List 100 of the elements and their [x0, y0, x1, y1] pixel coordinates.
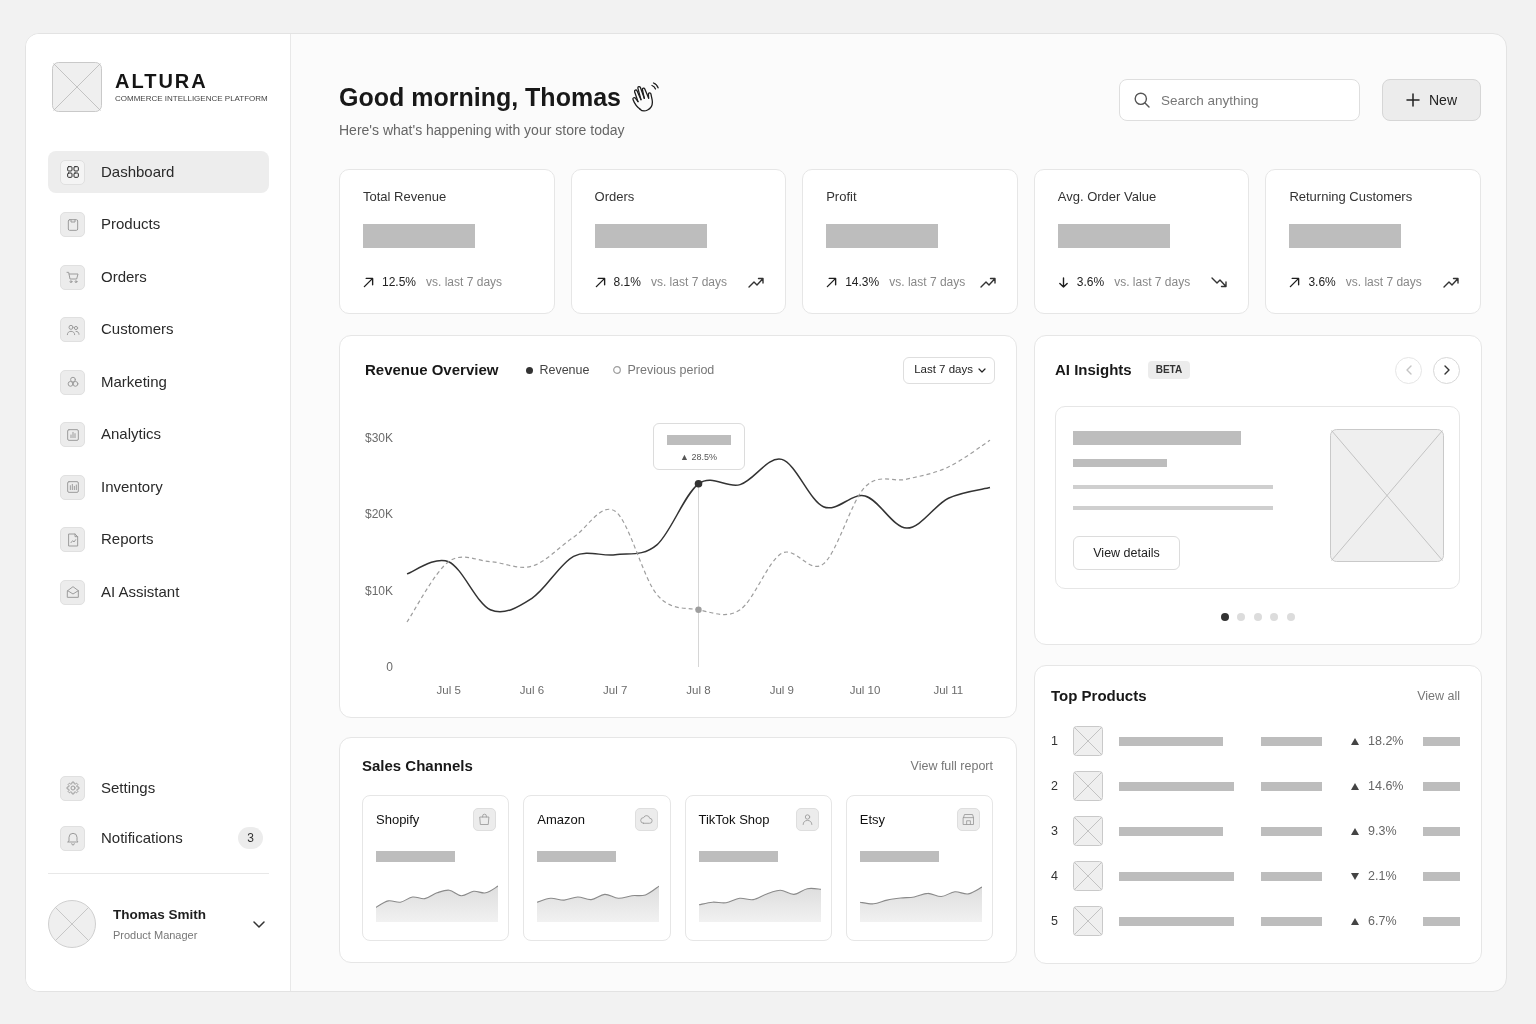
text-placeholder — [1423, 826, 1460, 836]
card-title: Revenue Overview — [365, 361, 499, 379]
legend-label: Previous period — [627, 361, 715, 379]
arrow-up-right-icon — [594, 276, 606, 288]
axis-label: Jul 7 — [603, 684, 628, 696]
comparison-label: vs. last 7 days — [650, 274, 727, 291]
axis-label: Jul 8 — [686, 684, 711, 696]
store-icon — [957, 808, 980, 831]
nav-item[interactable]: Products — [48, 203, 269, 246]
axis-label: $30K — [364, 431, 393, 445]
beta-tag: BETA — [1147, 361, 1191, 379]
page-dot[interactable] — [1237, 613, 1245, 621]
page-dot[interactable] — [1253, 613, 1262, 621]
axis-label: Jul 9 — [769, 684, 794, 696]
page-dot[interactable] — [1220, 613, 1229, 621]
envelope-icon — [60, 579, 85, 605]
page-dot[interactable] — [1270, 613, 1278, 621]
chevron-down-icon[interactable] — [253, 920, 265, 928]
user-role: Product Manager — [113, 928, 199, 942]
kpi-label: Profit — [826, 189, 858, 205]
data-point-icon — [695, 606, 702, 613]
change-value: 14.6% — [1368, 777, 1405, 795]
text-placeholder — [1261, 736, 1322, 746]
nav-item[interactable]: Orders — [48, 256, 269, 298]
nav-item[interactable]: Customers — [48, 308, 269, 351]
nav-item[interactable]: AI Assistant — [48, 571, 269, 613]
nav-item[interactable]: Notifications 3 — [48, 817, 269, 859]
text-placeholder — [1261, 916, 1322, 926]
cloud-icon — [634, 808, 658, 831]
value-placeholder — [666, 434, 731, 445]
range-dropdown[interactable]: Last 7 days — [903, 356, 995, 384]
bar-chart-icon — [60, 422, 85, 447]
text-placeholder — [1261, 826, 1322, 836]
triangle-up-icon — [1351, 827, 1359, 835]
channel-name: Etsy — [859, 810, 886, 829]
change-value: 9.3% — [1368, 822, 1398, 840]
bag-icon — [473, 808, 497, 831]
view-report-link[interactable]: View full report — [910, 756, 993, 776]
axis-label: 0 — [386, 660, 393, 674]
change-value: 3.6% — [1308, 274, 1336, 291]
arrow-up-right-icon — [363, 276, 374, 288]
search-field[interactable]: Search anything — [1119, 79, 1360, 121]
circles-icon — [60, 369, 85, 395]
legend-label: Revenue — [539, 361, 590, 379]
rank-number: 4 — [1051, 867, 1059, 885]
box-icon — [60, 212, 85, 237]
text-placeholder — [1423, 916, 1460, 926]
image-placeholder — [1073, 906, 1103, 936]
triangle-down-icon — [1351, 872, 1359, 880]
text-placeholder — [1423, 781, 1460, 791]
person-icon — [795, 808, 819, 831]
comparison-label: vs. last 7 days — [1345, 274, 1422, 291]
nav-item[interactable]: Settings — [48, 767, 269, 809]
rank-number: 1 — [1051, 732, 1059, 750]
image-placeholder — [52, 62, 102, 112]
plus-icon — [1406, 93, 1420, 107]
kpi-label: Returning Customers — [1289, 189, 1414, 205]
card-title: Sales Channels — [362, 757, 473, 775]
text-placeholder — [1423, 871, 1460, 881]
axis-label: Jul 5 — [436, 684, 461, 696]
change-value: 6.7% — [1368, 912, 1398, 930]
text-placeholder — [1261, 781, 1322, 791]
card-title: Top Products — [1051, 687, 1147, 705]
search-icon — [1134, 92, 1150, 108]
view-all-link[interactable]: View all — [1417, 686, 1460, 706]
nav-item[interactable]: Analytics — [48, 413, 269, 456]
image-placeholder — [1073, 861, 1103, 891]
next-button[interactable] — [1433, 356, 1460, 384]
nav-item[interactable]: Dashboard — [48, 151, 269, 193]
change-value: 3.6% — [1076, 274, 1105, 291]
arrow-up-right-icon — [826, 276, 838, 288]
view-details-button[interactable]: View details — [1073, 536, 1180, 570]
change-value: 12.5% — [382, 274, 417, 291]
axis-label: Jul 6 — [519, 684, 545, 696]
change-value: ▲ 28.5% — [680, 451, 717, 462]
nav-item[interactable]: Marketing — [48, 361, 269, 403]
nav-item[interactable]: Reports — [48, 518, 269, 561]
axis-label: Jul 10 — [849, 684, 881, 696]
image-placeholder — [1073, 726, 1103, 756]
axis-label: $20K — [364, 507, 393, 522]
image-placeholder — [1073, 771, 1103, 801]
cart-icon — [60, 264, 85, 290]
kpi-label: Avg. Order Value — [1057, 189, 1158, 205]
chevron-left-icon — [1405, 365, 1412, 375]
bell-icon — [60, 825, 85, 851]
chevron-right-icon — [1443, 365, 1450, 375]
user-name: Thomas Smith — [113, 906, 206, 924]
brand-tagline: COMMERCE INTELLIGENCE PLATFORM — [115, 94, 268, 104]
page-dot[interactable] — [1286, 613, 1295, 621]
rank-number: 5 — [1051, 912, 1059, 930]
change-value: 14.3% — [845, 274, 880, 291]
triangle-up-icon — [1351, 917, 1359, 925]
change-value: 2.1% — [1368, 867, 1398, 885]
page-subtitle: Here's what's happening with your store today — [339, 121, 626, 140]
new-button[interactable]: New — [1382, 79, 1481, 121]
change-value: 18.2% — [1368, 732, 1405, 750]
comparison-label: vs. last 7 days — [889, 274, 966, 291]
rank-number: 3 — [1051, 822, 1059, 840]
nav-item[interactable]: Inventory — [48, 466, 269, 508]
change-value: 8.1% — [613, 274, 641, 291]
